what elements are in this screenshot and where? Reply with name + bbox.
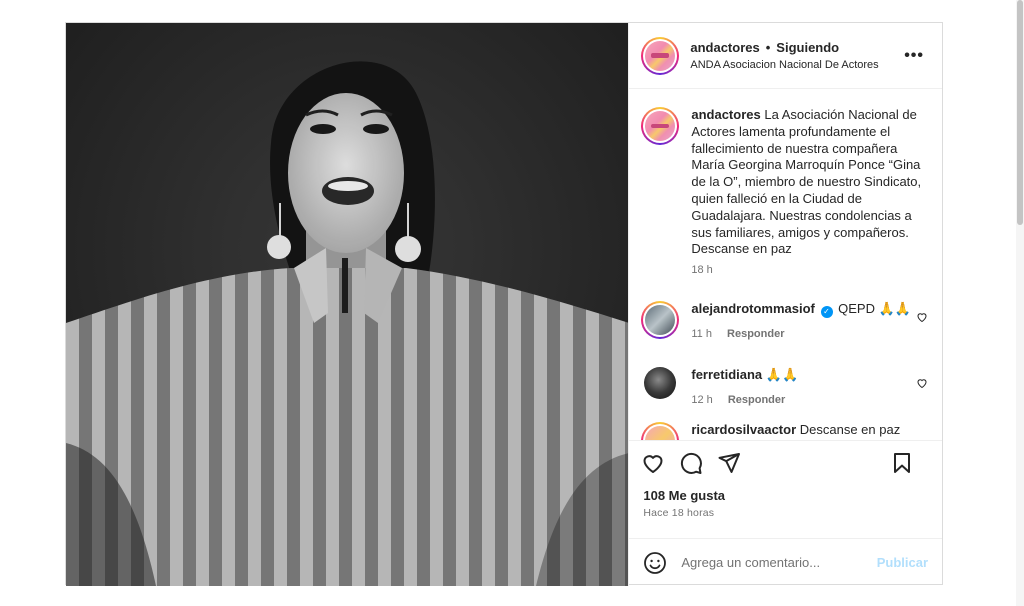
instagram-post-modal: andactores • Siguiendo ANDA Asociacion N…	[65, 22, 943, 586]
commenter-avatar[interactable]	[641, 300, 680, 339]
account-username[interactable]: andactores	[690, 40, 759, 55]
comment-text: Descanse en paz	[799, 422, 901, 438]
account-subtitle[interactable]: ANDA Asociacion Nacional De Actores	[690, 59, 878, 71]
commenter-avatar[interactable]	[641, 422, 680, 440]
comment-item: alejandrotommasiof ✓ QEPD 🙏🙏 11 h Respon…	[641, 300, 930, 343]
reply-button[interactable]: Responder	[728, 394, 785, 406]
comment-input[interactable]	[681, 555, 877, 570]
anda-logo-image	[645, 111, 676, 141]
like-heart-icon[interactable]	[641, 451, 665, 475]
publish-comment-button[interactable]: Publicar	[877, 555, 928, 570]
caption-body: La Asociación Nacional de Actores lament…	[691, 107, 922, 257]
comment-item: ricardosilvaactor Descanse en paz	[641, 422, 930, 440]
post-photo-image	[66, 23, 629, 586]
comment-item: ferretidiana 🙏🙏 12 h Responder	[641, 366, 930, 409]
comment-like-heart-icon[interactable]	[916, 311, 928, 323]
page-scrollbar-thumb[interactable]	[1017, 0, 1023, 225]
post-sidebar: andactores • Siguiendo ANDA Asociacion N…	[628, 23, 942, 586]
separator-dot: •	[765, 40, 771, 55]
post-caption: andactores La Asociación Nacional de Act…	[641, 107, 930, 279]
comment-like-heart-icon[interactable]	[916, 377, 928, 389]
following-button[interactable]: Siguiendo	[776, 40, 839, 55]
commenter-avatar[interactable]	[644, 366, 677, 399]
post-photo[interactable]	[66, 23, 629, 586]
comment-username[interactable]: alejandrotommasiof	[691, 301, 815, 316]
likes-count[interactable]: 108 Me gusta	[629, 484, 942, 503]
comment-text: QEPD 🙏🙏	[838, 300, 911, 316]
comment-bubble-icon[interactable]	[679, 451, 703, 475]
post-timestamp[interactable]: Hace 18 horas	[629, 503, 942, 519]
more-options-icon[interactable]: •••	[904, 47, 924, 65]
comment-timestamp[interactable]: 12 h	[691, 394, 712, 406]
share-send-icon[interactable]	[717, 451, 741, 475]
anda-logo-image	[645, 40, 676, 71]
page-scrollbar[interactable]	[1016, 0, 1024, 606]
reply-button[interactable]: Responder	[727, 328, 784, 340]
save-bookmark-icon[interactable]	[890, 451, 914, 475]
caption-timestamp[interactable]: 18 h	[691, 262, 929, 279]
caption-avatar[interactable]	[641, 107, 680, 145]
comments-list[interactable]: andactores La Asociación Nacional de Act…	[629, 89, 942, 440]
add-comment-bar: Publicar	[629, 538, 942, 586]
verified-badge-icon: ✓	[820, 305, 833, 318]
post-header: andactores • Siguiendo ANDA Asociacion N…	[629, 23, 942, 89]
caption-username[interactable]: andactores	[691, 107, 760, 122]
comment-username[interactable]: ferretidiana	[691, 367, 762, 382]
account-avatar[interactable]	[641, 36, 680, 75]
comment-timestamp[interactable]: 11 h	[691, 328, 712, 340]
post-actions-bar	[629, 440, 942, 484]
emoji-picker-icon[interactable]	[643, 551, 667, 575]
comment-username[interactable]: ricardosilvaactor	[691, 422, 796, 437]
comment-text: 🙏🙏	[765, 366, 799, 382]
